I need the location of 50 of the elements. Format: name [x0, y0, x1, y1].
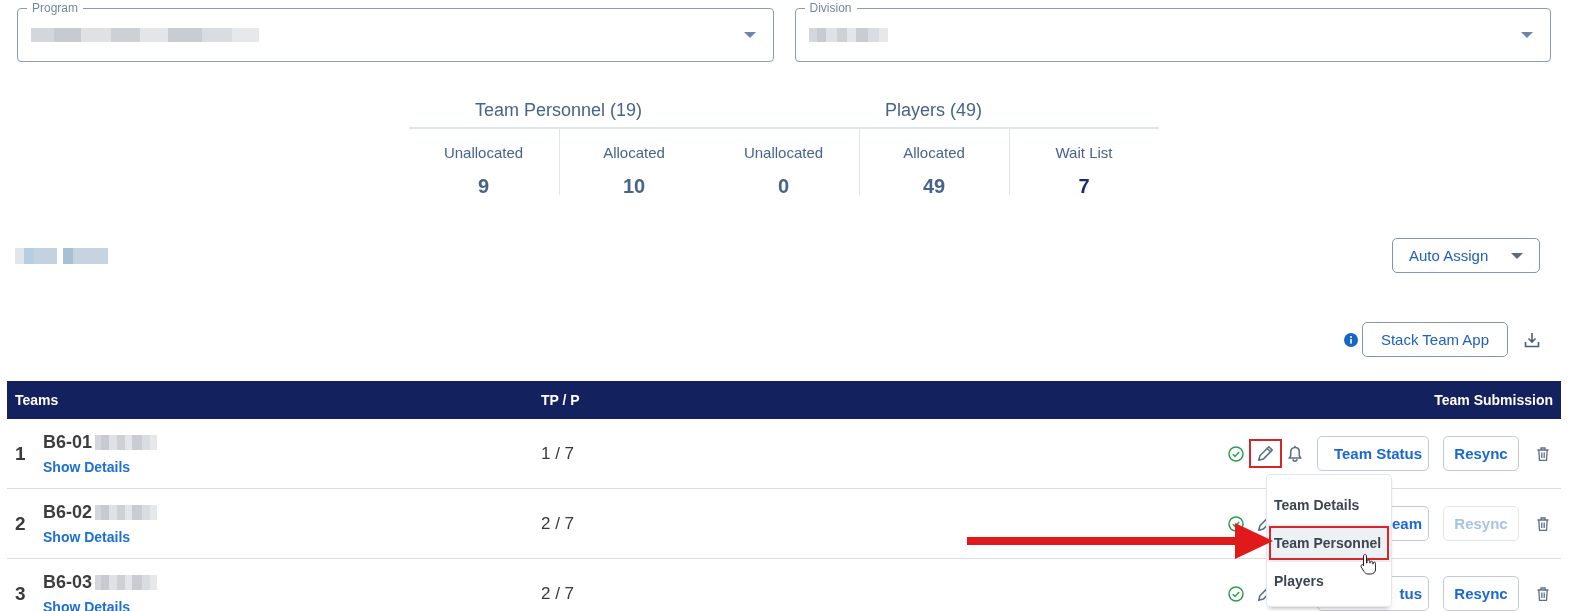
stat-label: Unallocated [743, 144, 824, 162]
stat-value: 9 [477, 175, 490, 197]
stat-value: 10 [622, 175, 646, 197]
team-name: B6-02 [43, 501, 93, 523]
field-label: Division [804, 1, 857, 15]
stat-value: 49 [922, 175, 946, 197]
column-header: Team Submission [1434, 392, 1553, 408]
table-cell-text: 2 / 7 [541, 583, 576, 604]
stat-group-title: Team Personnel (19) [408, 96, 709, 129]
download-icon[interactable] [1524, 331, 1540, 348]
caret-icon [1521, 32, 1533, 38]
stat-value: 7 [1078, 175, 1090, 197]
trash-icon[interactable] [1537, 516, 1549, 531]
resync-button[interactable]: Resync [1443, 576, 1519, 611]
menu-item[interactable]: Players [1267, 562, 1391, 600]
stat-label: Wait List [1055, 144, 1113, 162]
team-status-button[interactable]: Team Status [1317, 436, 1429, 471]
menu-item[interactable]: Team Personnel [1267, 524, 1391, 562]
edit-button[interactable] [1249, 439, 1282, 468]
stat-label: Unallocated [443, 144, 524, 162]
bell-icon[interactable] [1288, 445, 1302, 462]
menu-item[interactable]: Team Details [1267, 486, 1391, 524]
auto-assign-button[interactable]: Auto Assign [1392, 238, 1540, 273]
info-icon[interactable] [1344, 332, 1358, 347]
show-details-link[interactable]: Show Details [43, 458, 158, 476]
pencil-icon [1258, 446, 1273, 461]
row-number: 1 [15, 442, 27, 465]
caret-icon [743, 32, 756, 38]
field-label: Program [27, 1, 83, 15]
column-header: TP / P [541, 392, 581, 408]
trash-icon[interactable] [1537, 586, 1549, 601]
hand-cursor-icon [1360, 553, 1376, 575]
team-name: B6-01 [43, 431, 93, 453]
trash-icon[interactable] [1537, 446, 1549, 461]
stack-team-app-button[interactable]: Stack Team App [1362, 322, 1508, 357]
stat-label: Allocated [603, 144, 665, 162]
team-name: B6-03 [43, 571, 93, 593]
show-details-link[interactable]: Show Details [43, 528, 158, 546]
column-header: Teams [15, 392, 60, 408]
pencil-icon [1258, 516, 1266, 531]
table-cell-text: 1 / 7 [541, 443, 576, 464]
row-number: 3 [15, 582, 27, 605]
resync-button[interactable]: Resync [1443, 436, 1519, 471]
row-number: 2 [15, 512, 27, 535]
stat-group-title: Players (49) [708, 96, 1159, 129]
pencil-icon [1258, 586, 1266, 601]
caret-icon [1511, 252, 1523, 259]
stat-value: 0 [777, 175, 790, 197]
table-cell-text: 2 / 7 [541, 513, 576, 534]
stat-label: Allocated [903, 144, 965, 162]
